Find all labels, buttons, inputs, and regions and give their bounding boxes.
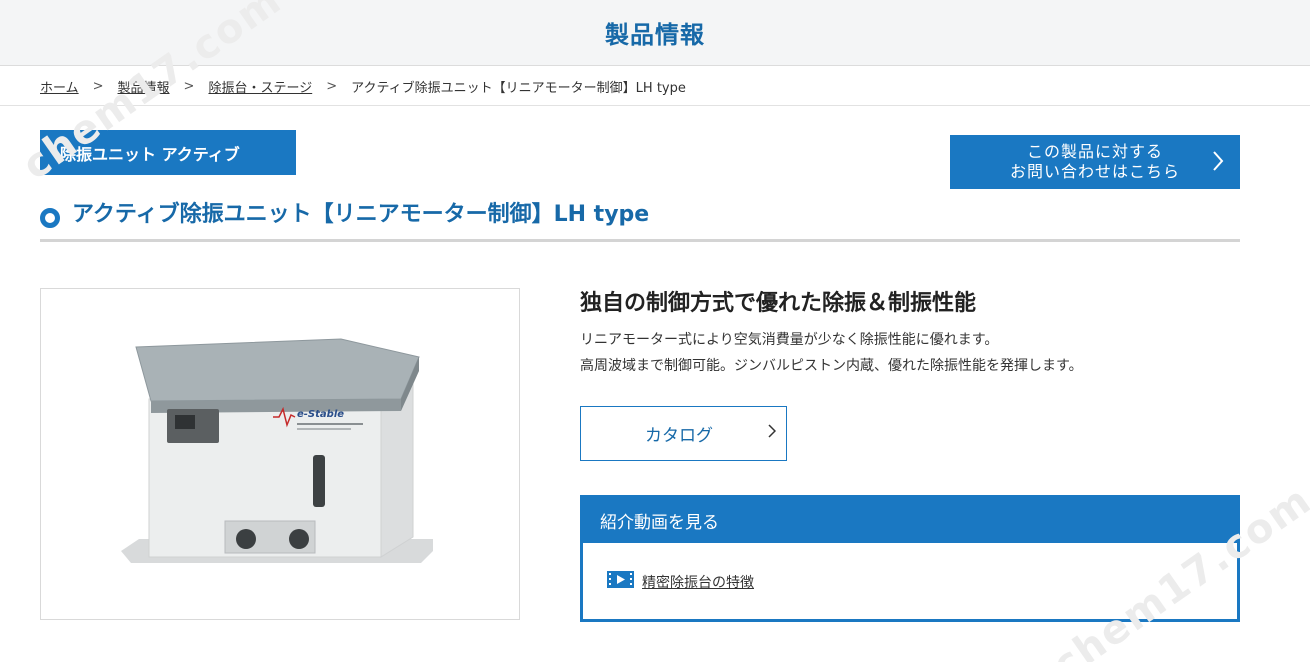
- catalog-button[interactable]: カタログ: [580, 406, 787, 461]
- vibration-isolation-unit-illustration: e-Stable: [121, 338, 433, 563]
- catalog-button-label: カタログ: [645, 426, 713, 446]
- feature-description: リニアモーター式により空気消費量が少なく除振性能に優れます。 高周波域まで制御可…: [580, 327, 1083, 379]
- contact-button-label: この製品に対する お問い合わせはこちら: [1010, 142, 1180, 182]
- product-brand-label: e-Stable: [297, 409, 344, 420]
- contact-button[interactable]: この製品に対する お問い合わせはこちら: [950, 135, 1240, 189]
- breadcrumb-separator: >: [326, 78, 338, 94]
- feature-heading: 独自の制御方式で優れた除振＆制振性能: [580, 291, 977, 316]
- feature-line-2: 高周波域まで制御可能。ジンバルピストン内蔵、優れた除振性能を発揮します。: [580, 358, 1083, 374]
- film-icon: [607, 571, 634, 592]
- video-section-heading: 紹介動画を見る: [583, 498, 1237, 543]
- chevron-right-icon: [1212, 150, 1224, 177]
- product-title-bar: アクティブ除振ユニット【リニアモーター制御】LH type: [40, 198, 1240, 242]
- circle-bullet-icon: [40, 208, 60, 228]
- breadcrumb-category-link[interactable]: 除振台・ステージ: [208, 77, 312, 96]
- breadcrumb-home-link[interactable]: ホーム: [40, 77, 79, 96]
- contact-line-1: この製品に対する: [1026, 142, 1163, 161]
- breadcrumb-divider: [0, 105, 1310, 106]
- product-image: e-Stable: [40, 288, 520, 620]
- video-link[interactable]: 精密除振台の特徴: [607, 571, 754, 592]
- contact-line-2: お問い合わせはこちら: [1009, 162, 1180, 181]
- feature-line-1: リニアモーター式により空気消費量が少なく除振性能に優れます。: [580, 332, 999, 348]
- product-title: アクティブ除振ユニット【リニアモーター制御】LH type: [72, 202, 650, 227]
- chevron-right-icon: [768, 423, 777, 442]
- breadcrumb-current: アクティブ除振ユニット【リニアモーター制御】LH type: [351, 80, 686, 96]
- page-header-title: 製品情報: [605, 21, 705, 49]
- video-link-label: 精密除振台の特徴: [642, 574, 754, 591]
